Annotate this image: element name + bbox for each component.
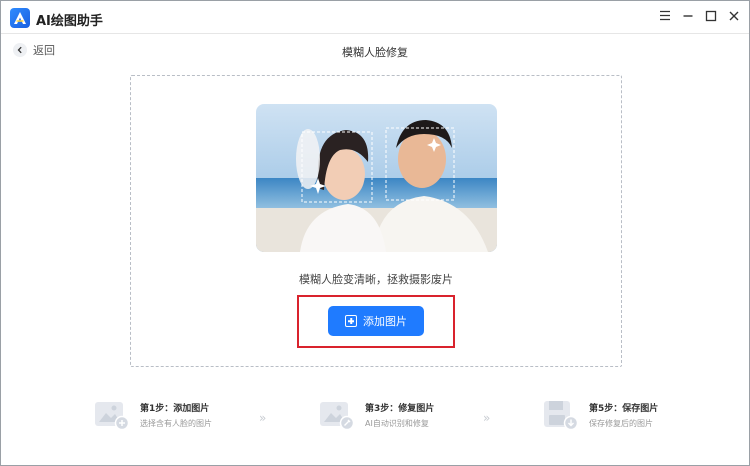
page-title: 模糊人脸修复: [342, 46, 408, 59]
chevron-double-right-icon: »: [483, 411, 490, 425]
app-window: AI绘图助手 返回 模糊人脸修复 模糊人脸变清晰，拯救摄影废片 添加图片 第1步…: [0, 0, 750, 466]
chevron-double-right-icon: »: [259, 411, 266, 425]
maximize-icon[interactable]: [703, 8, 718, 23]
title-bar: AI绘图助手: [1, 1, 749, 33]
window-controls: [657, 8, 741, 23]
step-1-subtitle: 选择含有人脸的图片: [140, 419, 212, 428]
step-3: 第3步：修复图片 AI自动识别和修复: [319, 399, 434, 431]
step-1-title: 第1步：添加图片: [140, 404, 210, 414]
add-image-button[interactable]: 添加图片: [328, 306, 424, 336]
repair-image-step-icon: [319, 399, 355, 431]
save-image-step-icon: [543, 399, 579, 431]
minimize-icon[interactable]: [680, 8, 695, 23]
step-3-title: 第3步：修复图片: [365, 404, 435, 414]
title-divider: [1, 33, 749, 34]
step-5-title: 第5步：保存图片: [589, 404, 659, 414]
step-1: 第1步：添加图片 选择含有人脸的图片: [94, 399, 212, 431]
add-image-step-icon: [94, 399, 130, 431]
feature-description: 模糊人脸变清晰，拯救摄影废片: [299, 273, 453, 286]
plus-icon: [345, 315, 357, 327]
step-5: 第5步：保存图片 保存修复后的图片: [543, 399, 658, 431]
menu-icon[interactable]: [657, 8, 672, 23]
app-logo-icon: [10, 8, 30, 28]
close-icon[interactable]: [726, 8, 741, 23]
app-title: AI绘图助手: [36, 14, 103, 29]
step-5-subtitle: 保存修复后的图片: [589, 419, 653, 428]
add-image-label: 添加图片: [363, 315, 407, 328]
step-3-subtitle: AI自动识别和修复: [365, 419, 429, 428]
sample-preview-image: [256, 104, 497, 252]
